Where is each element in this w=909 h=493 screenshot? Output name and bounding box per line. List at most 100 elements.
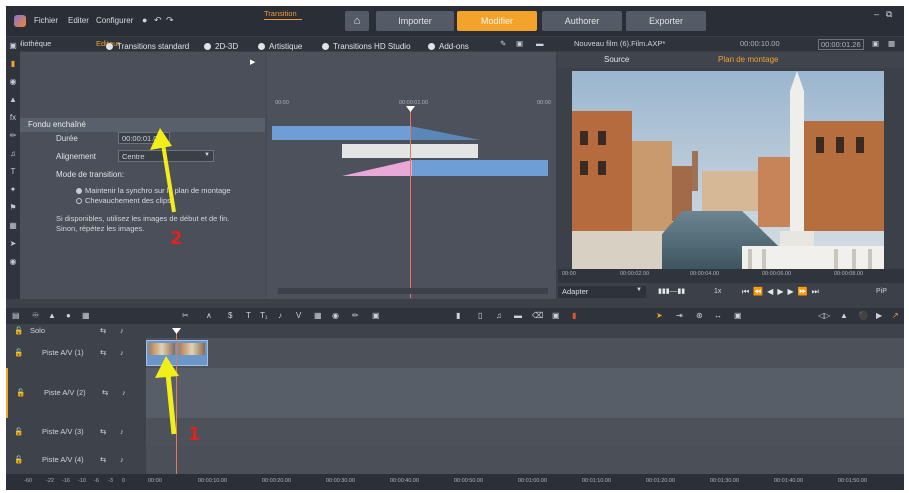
trim-icon[interactable]: ⇥ bbox=[676, 311, 683, 320]
importer-button[interactable]: Importer bbox=[376, 11, 454, 31]
link-icon[interactable]: ⇆ bbox=[100, 326, 106, 335]
link-icon[interactable]: ⇆ bbox=[102, 388, 108, 397]
transition-icon[interactable]: ▮ bbox=[8, 59, 18, 69]
minimize-icon[interactable]: – bbox=[874, 9, 879, 19]
snapshot-icon[interactable]: ▣ bbox=[552, 311, 560, 320]
exporter-button[interactable]: Exporter bbox=[626, 11, 706, 31]
music-note-icon[interactable]: ♫ bbox=[496, 311, 502, 320]
delete-icon[interactable]: ⌫ bbox=[532, 311, 543, 320]
detach-icon[interactable]: ▦ bbox=[888, 39, 895, 48]
speaker-icon[interactable]: ♪ bbox=[120, 455, 124, 464]
marker-icon[interactable]: ▮ bbox=[456, 311, 460, 320]
tab-plan-montage[interactable]: Plan de montage bbox=[718, 55, 779, 64]
grid-icon[interactable]: ▦ bbox=[314, 311, 322, 320]
speaker-icon[interactable]: ♪ bbox=[120, 326, 124, 335]
layout-icon[interactable]: ▬ bbox=[536, 39, 544, 48]
speaker-icon[interactable]: ♪ bbox=[120, 348, 124, 357]
category-2d3d[interactable]: 2D-3D bbox=[204, 42, 238, 51]
panel-icon[interactable]: ▣ bbox=[516, 39, 523, 48]
adapter-select[interactable]: Adapter ▼ bbox=[558, 286, 646, 298]
monitor-icon[interactable]: ▣ bbox=[8, 41, 18, 51]
chapter-icon[interactable]: ◉ bbox=[332, 311, 339, 320]
title-icon[interactable]: T bbox=[8, 167, 18, 177]
speaker-icon[interactable]: ♪ bbox=[120, 427, 124, 436]
lock-icon[interactable]: 🔓 bbox=[14, 427, 23, 436]
timeline-ruler[interactable]: -60 -22 -16 -10 -6 -3 0 00:00 00:00:10.0… bbox=[6, 474, 904, 490]
lock-icon[interactable]: 🔓 bbox=[14, 326, 23, 335]
tab-transition[interactable]: Transition bbox=[264, 9, 297, 18]
lock-icon[interactable]: 🔓 bbox=[16, 388, 25, 397]
snap-icon[interactable]: ⊛ bbox=[696, 311, 703, 320]
insert-icon[interactable]: ▣ bbox=[734, 311, 742, 320]
vector-icon[interactable]: V bbox=[296, 311, 301, 320]
link-icon[interactable]: ⇆ bbox=[100, 455, 106, 464]
menu-editer[interactable]: Editer bbox=[68, 16, 89, 25]
modifier-button[interactable]: Modifier bbox=[457, 11, 537, 31]
play-icon[interactable]: ▶ bbox=[250, 58, 255, 66]
ripple-icon[interactable]: ↔ bbox=[714, 311, 722, 320]
link-icon[interactable]: ⇆ bbox=[100, 348, 106, 357]
tab-source[interactable]: Source bbox=[604, 55, 629, 64]
zoom-icon[interactable]: ▲ bbox=[840, 311, 848, 320]
home-button[interactable]: ⌂ bbox=[345, 11, 369, 31]
pip-label[interactable]: PiP bbox=[876, 288, 887, 295]
settings-icon[interactable]: ⚫ bbox=[858, 311, 868, 320]
category-standard[interactable]: Transitions standard bbox=[106, 42, 189, 51]
transport-controls-icon[interactable]: ⏮⏪◀▶▶⏩⏭ bbox=[742, 287, 823, 297]
title-editor-icon[interactable]: T₁ bbox=[260, 311, 268, 320]
section-fondu[interactable]: Fondu enchaîné bbox=[20, 118, 265, 132]
music-icon[interactable]: ♫ bbox=[8, 149, 18, 159]
text-icon[interactable]: T bbox=[246, 311, 251, 320]
brush-icon[interactable]: ✏ bbox=[8, 131, 18, 141]
color-icon[interactable]: ◉ bbox=[8, 77, 18, 87]
transition-scrollbar[interactable] bbox=[278, 288, 548, 294]
category-addons[interactable]: Add-ons bbox=[428, 42, 469, 51]
add-track-icon[interactable]: ♾ bbox=[32, 311, 39, 320]
current-time[interactable]: 00:00:01.26 bbox=[818, 39, 864, 50]
restore-icon[interactable]: ⧉ bbox=[886, 9, 892, 20]
film-strip-icon[interactable]: ▬ bbox=[514, 311, 522, 320]
timeline-layout-icon[interactable]: ▤ bbox=[12, 311, 20, 320]
redo-icon[interactable]: ↷ bbox=[166, 15, 174, 26]
fx-icon[interactable]: fx bbox=[8, 113, 18, 123]
pin-icon[interactable]: ⚑ bbox=[8, 203, 18, 213]
record-voice-icon[interactable]: ● bbox=[66, 311, 71, 320]
razor-icon[interactable]: ✂ bbox=[182, 311, 189, 320]
category-artistique[interactable]: Artistique bbox=[258, 42, 302, 51]
shuttle-icon[interactable]: ▮▮▮––▮▮ bbox=[658, 287, 685, 295]
lock-icon[interactable]: 🔓 bbox=[14, 455, 23, 464]
image-icon[interactable]: ▣ bbox=[372, 311, 380, 320]
undo-icon[interactable]: ↶ bbox=[154, 15, 162, 26]
split-icon[interactable]: ∧ bbox=[206, 311, 212, 320]
volume-icon[interactable]: ◁▷ bbox=[818, 311, 830, 320]
fullscreen-icon[interactable]: ▣ bbox=[872, 39, 879, 48]
menu-configurer[interactable]: Configurer bbox=[96, 16, 133, 25]
brush-tool-icon[interactable]: ✏ bbox=[352, 311, 359, 320]
help-icon[interactable]: ● bbox=[142, 15, 147, 25]
mixer-icon[interactable]: ▲ bbox=[48, 311, 56, 320]
share-icon[interactable]: ➤ bbox=[8, 239, 18, 249]
film-icon[interactable]: ▦ bbox=[8, 221, 18, 231]
pointer-icon[interactable]: ➤ bbox=[656, 311, 663, 320]
mic-icon[interactable]: ♪ bbox=[278, 311, 282, 320]
clip-a-bar[interactable] bbox=[272, 126, 410, 140]
link-icon[interactable]: ⇆ bbox=[100, 427, 106, 436]
storyboard-icon[interactable]: ▦ bbox=[82, 311, 90, 320]
clip-b-bar[interactable] bbox=[412, 160, 548, 176]
record-icon[interactable]: ◉ bbox=[8, 257, 18, 267]
lock-icon[interactable]: 🔓 bbox=[14, 348, 23, 357]
transition-playhead[interactable] bbox=[410, 106, 411, 298]
expand-icon[interactable]: ↗ bbox=[892, 311, 899, 320]
preview-ruler[interactable]: 00:00 00:00:02.00 00:00:04.00 00:00:06.0… bbox=[558, 269, 904, 283]
dollar-icon[interactable]: $ bbox=[228, 311, 232, 320]
magic-icon[interactable]: ✦ bbox=[8, 185, 18, 195]
speed-label[interactable]: 1x bbox=[714, 288, 721, 295]
marker2-icon[interactable]: ▯ bbox=[478, 311, 482, 320]
palette-icon[interactable]: ▲ bbox=[8, 95, 18, 105]
color-tool-icon[interactable]: ▮ bbox=[572, 311, 576, 320]
category-hd-studio[interactable]: Transitions HD Studio bbox=[322, 42, 411, 51]
authorer-button[interactable]: Authorer bbox=[542, 11, 622, 31]
speaker-icon[interactable]: ♪ bbox=[122, 388, 126, 397]
menu-fichier[interactable]: Fichier bbox=[34, 16, 58, 25]
pen-icon[interactable]: ✎ bbox=[500, 39, 506, 48]
